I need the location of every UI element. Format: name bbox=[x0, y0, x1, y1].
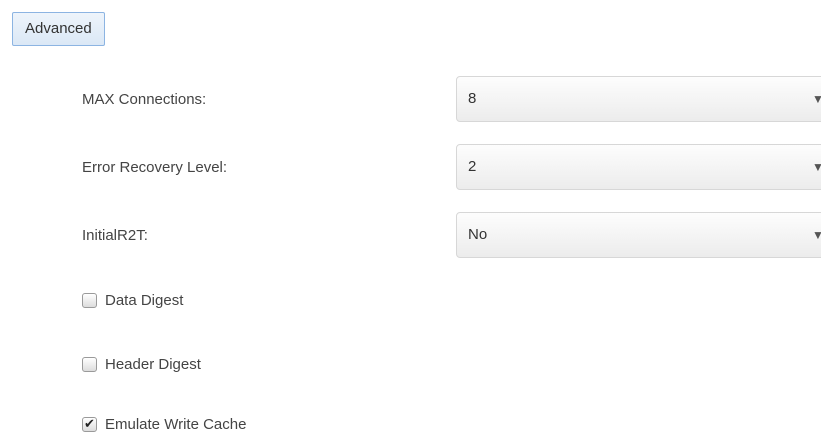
initial-r2t-label: InitialR2T: bbox=[82, 227, 148, 244]
max-connections-select[interactable]: 8 ▼ bbox=[456, 76, 821, 122]
emulate-write-cache-checkbox[interactable]: ✔ bbox=[82, 416, 97, 432]
caret-down-icon: ▼ bbox=[812, 92, 821, 106]
caret-down-icon: ▼ bbox=[812, 228, 821, 242]
error-recovery-level-select[interactable]: 2 ▼ bbox=[456, 144, 821, 190]
max-connections-row: MAX Connections: 8 ▼ bbox=[82, 76, 821, 124]
error-recovery-level-label: Error Recovery Level: bbox=[82, 159, 228, 176]
checkmark-icon: ✔ bbox=[84, 416, 95, 431]
data-digest-label[interactable]: Data Digest bbox=[105, 289, 183, 313]
max-connections-label: MAX Connections: bbox=[82, 91, 207, 108]
data-digest-checkbox[interactable] bbox=[82, 293, 97, 308]
advanced-button[interactable]: Advanced bbox=[12, 12, 105, 46]
header-digest-label[interactable]: Header Digest bbox=[105, 353, 201, 377]
caret-down-icon: ▼ bbox=[812, 160, 821, 174]
error-recovery-level-value: 2 bbox=[468, 158, 477, 175]
initial-r2t-row: InitialR2T: No ▼ bbox=[82, 212, 821, 260]
error-recovery-level-row: Error Recovery Level: 2 ▼ bbox=[82, 144, 821, 192]
initial-r2t-select[interactable]: No ▼ bbox=[456, 212, 821, 258]
emulate-write-cache-label[interactable]: Emulate Write Cache bbox=[105, 413, 246, 435]
max-connections-value: 8 bbox=[468, 90, 477, 107]
initial-r2t-value: No bbox=[468, 226, 488, 243]
advanced-settings-panel: Advanced MAX Connections: 8 ▼ Error Reco… bbox=[0, 0, 821, 435]
header-digest-checkbox[interactable] bbox=[82, 357, 97, 372]
